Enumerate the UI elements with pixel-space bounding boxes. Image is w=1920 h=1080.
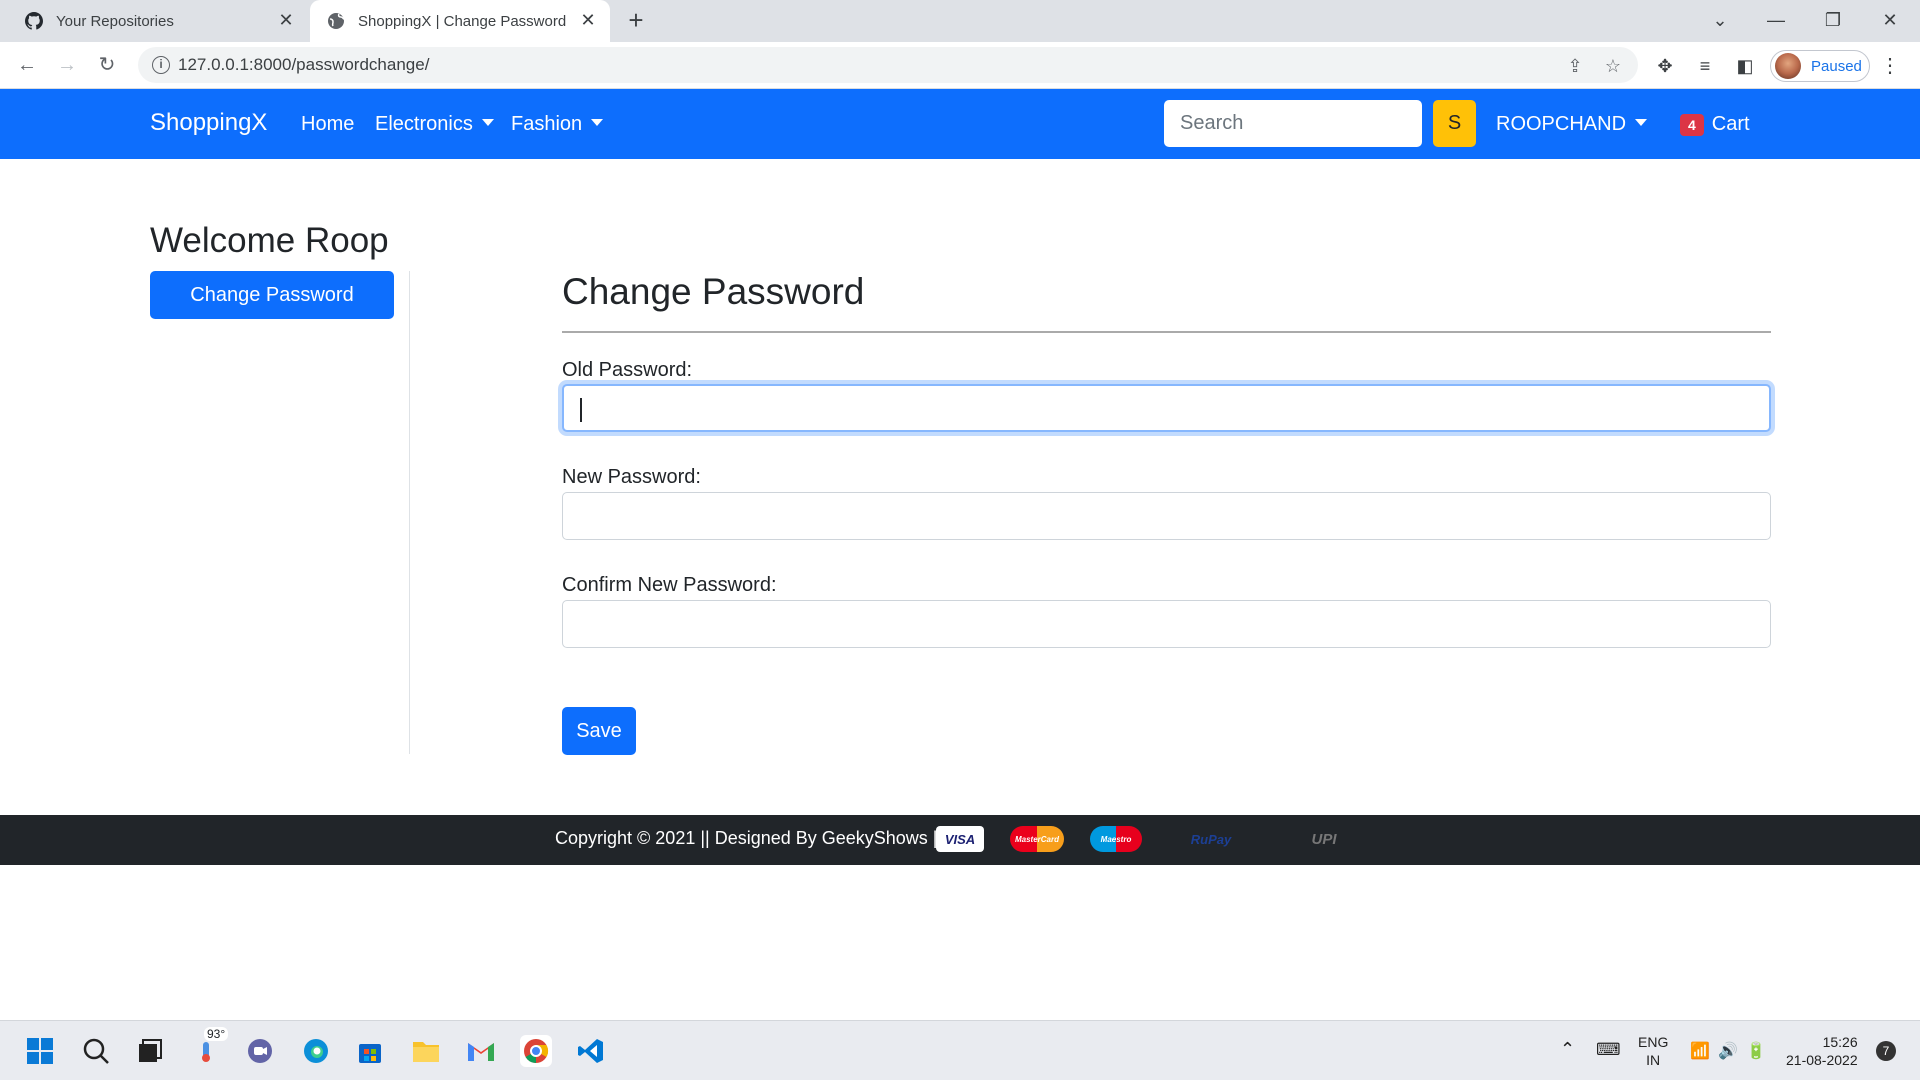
tab-search-chevron-icon[interactable]: ⌄ (1700, 6, 1740, 34)
clock[interactable]: 15:26 21-08-2022 (1786, 1033, 1858, 1069)
cart-count-badge: 4 (1680, 113, 1704, 136)
site-footer: Copyright © 2021 || Designed By GeekySho… (0, 815, 1920, 865)
close-tab-icon[interactable]: ✕ (578, 10, 598, 30)
extensions-icon[interactable]: ✥ (1652, 54, 1678, 78)
text-cursor (580, 398, 582, 422)
search-icon[interactable] (80, 1035, 112, 1067)
weather-temp: 93° (204, 1027, 229, 1041)
more-menu-icon[interactable]: ⋮ (1880, 54, 1900, 78)
tab-title: ShoppingX | Change Password (358, 12, 567, 30)
caret-down-icon (481, 119, 494, 126)
file-explorer-icon[interactable] (410, 1035, 442, 1067)
site-navbar: ShoppingX Home Electronics Fashion S ROO… (0, 89, 1920, 159)
github-icon (24, 11, 44, 31)
horizontal-rule (562, 331, 1771, 333)
nav-electronics-dropdown[interactable]: Electronics (375, 113, 494, 136)
caret-down-icon (1635, 119, 1648, 126)
save-button[interactable]: Save (562, 707, 636, 755)
search-input[interactable] (1164, 100, 1422, 147)
confirm-password-label: Confirm New Password: (562, 574, 777, 596)
search-button[interactable]: S (1433, 100, 1476, 147)
confirm-password-input[interactable] (562, 600, 1771, 648)
minimize-icon[interactable]: — (1756, 6, 1796, 34)
share-icon[interactable]: ⇪ (1564, 55, 1586, 77)
touch-keyboard-icon[interactable]: ⌨ (1596, 1040, 1621, 1060)
profile-button[interactable]: Paused (1770, 50, 1870, 82)
windows-start-icon[interactable] (24, 1035, 56, 1067)
battery-icon[interactable]: 🔋 (1746, 1041, 1766, 1061)
vertical-divider (409, 271, 410, 754)
close-tab-icon[interactable]: ✕ (276, 10, 296, 30)
windows-taskbar: 93° ⌃ ⌨ ENG IN 📶 🔊 🔋 15:26 21-08-2022 7 (0, 1020, 1920, 1080)
forward-icon[interactable]: → (52, 50, 82, 80)
url-text: 127.0.0.1:8000/passwordchange/ (178, 55, 430, 74)
profile-status: Paused (1811, 57, 1862, 75)
clock-date: 21-08-2022 (1786, 1052, 1858, 1068)
show-hidden-icons-chevron[interactable]: ⌃ (1560, 1039, 1575, 1060)
microsoft-store-icon[interactable] (354, 1035, 386, 1067)
rupay-logo: RuPay (1190, 831, 1232, 847)
cart-label: Cart (1711, 113, 1750, 135)
region-code: IN (1646, 1052, 1661, 1068)
chrome-icon[interactable] (520, 1035, 552, 1067)
vscode-icon[interactable] (575, 1035, 607, 1067)
old-password-input[interactable] (562, 384, 1771, 432)
tab-change-password[interactable]: ShoppingX | Change Password ✕ (310, 0, 610, 42)
notification-count-badge[interactable]: 7 (1876, 1041, 1896, 1061)
nav-electronics-label: Electronics (375, 113, 473, 135)
address-bar[interactable]: i 127.0.0.1:8000/passwordchange/ ⇪ ☆ (138, 47, 1638, 83)
nav-fashion-dropdown[interactable]: Fashion (511, 113, 604, 136)
avatar (1775, 53, 1801, 79)
welcome-heading: Welcome Roop (150, 221, 389, 260)
restore-icon[interactable]: ❐ (1813, 6, 1853, 34)
back-icon[interactable]: ← (12, 50, 42, 80)
mastercard-logo: MasterCard (1010, 826, 1064, 852)
teams-chat-icon[interactable] (244, 1035, 276, 1067)
user-menu-dropdown[interactable]: ROOPCHAND (1496, 113, 1648, 136)
footer-copyright: Copyright © 2021 || Designed By GeekySho… (555, 828, 943, 848)
browser-tab-strip: Your Repositories ✕ ShoppingX | Change P… (0, 0, 1920, 42)
new-password-label: New Password: (562, 466, 701, 488)
tab-title: Your Repositories (56, 12, 174, 30)
side-panel-icon[interactable]: ◧ (1732, 54, 1758, 78)
tab-your-repositories[interactable]: Your Repositories ✕ (0, 0, 308, 42)
brand-logo[interactable]: ShoppingX (150, 109, 267, 137)
language-indicator[interactable]: ENG IN (1638, 1033, 1668, 1069)
new-password-input[interactable] (562, 492, 1771, 540)
upi-logo: UPI (1311, 830, 1337, 848)
visa-logo: VISA (936, 826, 984, 852)
nav-fashion-label: Fashion (511, 113, 583, 135)
clock-time: 15:26 (1822, 1034, 1858, 1050)
gmail-icon[interactable] (465, 1035, 497, 1067)
new-tab-button[interactable]: + (622, 6, 650, 34)
old-password-label: Old Password: (562, 359, 693, 381)
task-view-icon[interactable] (134, 1035, 166, 1067)
caret-down-icon (591, 119, 604, 126)
close-window-icon[interactable]: ✕ (1870, 6, 1910, 34)
bookmark-star-icon[interactable]: ☆ (1602, 55, 1624, 77)
volume-icon[interactable]: 🔊 (1718, 1041, 1738, 1061)
reload-icon[interactable]: ↻ (92, 50, 122, 80)
reading-list-icon[interactable]: ≡ (1692, 54, 1718, 78)
wifi-icon[interactable]: 📶 (1690, 1041, 1710, 1061)
language-code: ENG (1638, 1034, 1669, 1050)
form-title: Change Password (562, 271, 865, 312)
nav-home[interactable]: Home (301, 113, 354, 136)
globe-icon (326, 11, 346, 31)
widgets-weather-icon[interactable]: 93° (190, 1027, 229, 1067)
cart-link[interactable]: 4 Cart (1680, 113, 1750, 136)
sidebar-change-password-button[interactable]: Change Password (150, 271, 394, 319)
site-info-icon[interactable]: i (152, 56, 170, 74)
browser-toolbar: ← → ↻ i 127.0.0.1:8000/passwordchange/ ⇪… (0, 42, 1920, 89)
maestro-logo: Maestro (1090, 826, 1142, 852)
user-name: ROOPCHAND (1496, 113, 1627, 135)
edge-browser-icon[interactable] (300, 1035, 332, 1067)
